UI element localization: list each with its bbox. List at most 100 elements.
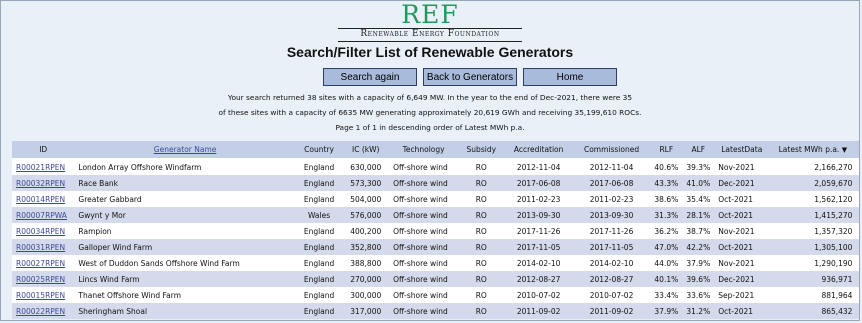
cell-installed-capacity: 270,000: [342, 271, 390, 287]
cell-latest-mwh: 1,415,270: [769, 207, 857, 223]
cell-country: England: [295, 255, 343, 271]
cell-extra: [856, 255, 859, 271]
table-row: R00014RPEN Greater Gabbard England 504,000 O…: [12, 191, 859, 207]
col-header-extra[interactable]: L: [856, 141, 859, 159]
cell-generator-name: Thanet Offshore Wind Farm: [74, 287, 296, 303]
cell-latest-data: Oct-2021: [714, 239, 770, 255]
col-header-latest-mwh[interactable]: Latest MWh p.a. ▼: [769, 141, 857, 159]
cell-extra: [856, 175, 859, 191]
cell-country: England: [295, 223, 343, 239]
cell-generator-id-link[interactable]: R00022RPEN: [12, 303, 75, 319]
col-header-generator-name[interactable]: Generator Name: [74, 141, 296, 159]
col-header-country[interactable]: Country: [295, 141, 343, 159]
generator-id-link[interactable]: R00025RPEN: [16, 275, 65, 284]
cell-generator-id-link[interactable]: R00032RPEN: [12, 175, 75, 191]
cell-technology: Off-shore wind: [389, 303, 459, 319]
cell-rlf: 33.4%: [650, 287, 683, 303]
page-title: Search/Filter List of Renewable Generato…: [286, 44, 574, 60]
cell-rlf: 44.0%: [650, 255, 683, 271]
cell-latest-data: Nov-2021: [714, 223, 770, 239]
col-header-commissioned[interactable]: Commissioned: [572, 141, 651, 159]
table-body: R00021RPEN London Array Offshore Windfarm…: [12, 158, 859, 319]
generator-name-sort-link[interactable]: Generator Name: [154, 145, 217, 154]
cell-alf: 42.2%: [682, 239, 715, 255]
generator-id-link[interactable]: R00021RPEN: [16, 163, 65, 172]
cell-rlf: 47.0%: [650, 239, 683, 255]
home-button[interactable]: Home: [523, 68, 617, 86]
cell-generator-name: Galloper Wind Farm: [74, 239, 296, 255]
cell-subsidy: RO: [458, 191, 505, 207]
col-header-accreditation[interactable]: Accreditation: [504, 141, 573, 159]
table-row: R00022RPEN Sheringham Shoal England 317,000…: [12, 303, 859, 319]
col-header-subsidy[interactable]: Subsidy: [458, 141, 505, 159]
summary-line-3: Page 1 of 1 in descending order of Lates…: [335, 123, 525, 132]
cell-technology: Off-shore wind: [389, 207, 459, 223]
cell-rlf: 38.6%: [650, 191, 683, 207]
cell-extra: [856, 223, 859, 239]
logo-ref-text: REF: [401, 0, 459, 29]
cell-generator-id-link[interactable]: R00015RPEN: [12, 287, 75, 303]
cell-rlf: 40.6%: [650, 158, 683, 175]
cell-installed-capacity: 573,300: [342, 175, 390, 191]
col-header-ic[interactable]: IC (kW): [342, 141, 390, 159]
cell-commissioned-date: 2011-09-02: [572, 303, 651, 319]
cell-alf: 38.7%: [682, 223, 715, 239]
generators-table-wrap: ID Generator Name Country IC (kW) Techno…: [12, 141, 859, 319]
cell-country: England: [295, 287, 343, 303]
cell-latest-mwh: 1,305,100: [769, 239, 857, 255]
col-header-rlf[interactable]: RLF: [650, 141, 683, 159]
cell-commissioned-date: 2013-09-30: [572, 207, 651, 223]
generator-id-link[interactable]: R00034RPEN: [16, 227, 65, 236]
cell-generator-id-link[interactable]: R00034RPEN: [12, 223, 75, 239]
cell-rlf: 40.1%: [650, 271, 683, 287]
cell-generator-name: Race Bank: [74, 175, 296, 191]
generator-id-link[interactable]: R00015RPEN: [16, 291, 65, 300]
cell-generator-id-link[interactable]: R00031RPEN: [12, 239, 75, 255]
cell-generator-id-link[interactable]: R00027RPEN: [12, 255, 75, 271]
summary-line-2: of these sites with a capacity of 6635 M…: [218, 108, 642, 117]
cell-technology: Off-shore wind: [389, 223, 459, 239]
cell-generator-id-link[interactable]: R00014RPEN: [12, 191, 75, 207]
back-to-generators-button[interactable]: Back to Generators: [423, 68, 517, 86]
cell-latest-mwh: 1,290,190: [769, 255, 857, 271]
generator-id-link[interactable]: R00007RPWA: [16, 211, 67, 220]
cell-generator-id-link[interactable]: R00021RPEN: [12, 158, 75, 175]
cell-generator-id-link[interactable]: R00007RPWA: [12, 207, 75, 223]
generator-id-link[interactable]: R00031RPEN: [16, 243, 65, 252]
cell-commissioned-date: 2017-11-05: [572, 239, 651, 255]
cell-accreditation-date: 2017-11-26: [504, 223, 573, 239]
cell-alf: 35.4%: [682, 191, 715, 207]
search-again-button[interactable]: Search again: [323, 68, 417, 86]
cell-accreditation-date: 2011-02-23: [504, 191, 573, 207]
col-header-id[interactable]: ID: [12, 141, 75, 159]
generator-id-link[interactable]: R00027RPEN: [16, 259, 65, 268]
generator-id-link[interactable]: R00032RPEN: [16, 179, 65, 188]
summary-line-1: Your search returned 38 sites with a cap…: [227, 93, 633, 102]
cell-technology: Off-shore wind: [389, 239, 459, 255]
cell-generator-id-link[interactable]: R00025RPEN: [12, 271, 75, 287]
table-row: R00027RPEN West of Duddon Sands Offshore …: [12, 255, 859, 271]
col-header-technology[interactable]: Technology: [389, 141, 459, 159]
cell-latest-mwh: 881,964: [769, 287, 857, 303]
cell-extra: [856, 303, 859, 319]
sort-desc-icon: ▼: [841, 146, 848, 154]
logo-divider-bottom: [338, 41, 522, 42]
cell-extra: [856, 158, 859, 175]
cell-generator-name: Lincs Wind Farm: [74, 271, 296, 287]
cell-accreditation-date: 2011-09-02: [504, 303, 573, 319]
table-row: R00015RPEN Thanet Offshore Wind Farm Engla…: [12, 287, 859, 303]
cell-extra: [856, 207, 859, 223]
ref-logo[interactable]: REF Renewable Energy Foundation: [1, 1, 859, 42]
cell-accreditation-date: 2012-11-04: [504, 158, 573, 175]
col-header-latestdata[interactable]: LatestData: [714, 141, 770, 159]
cell-latest-mwh: 2,059,670: [769, 175, 857, 191]
col-header-alf[interactable]: ALF: [682, 141, 715, 159]
cell-latest-mwh: 2,166,270: [769, 158, 857, 175]
cell-accreditation-date: 2014-02-10: [504, 255, 573, 271]
cell-rlf: 31.3%: [650, 207, 683, 223]
cell-subsidy: RO: [458, 303, 505, 319]
cell-subsidy: RO: [458, 207, 505, 223]
cell-latest-data: Dec-2021: [714, 175, 770, 191]
generator-id-link[interactable]: R00022RPEN: [16, 307, 65, 316]
generator-id-link[interactable]: R00014RPEN: [16, 195, 65, 204]
